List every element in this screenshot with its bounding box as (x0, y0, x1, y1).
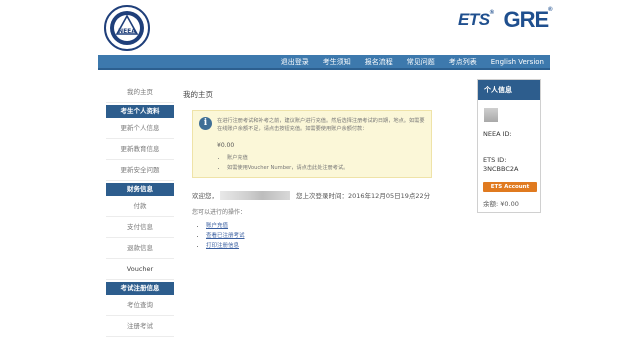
nav-candidate-notice[interactable]: 考生须知 (323, 57, 351, 67)
ets-account-button[interactable]: ETS Account (483, 182, 537, 192)
gre-logo: GRE® (503, 7, 552, 32)
nav-test-centers[interactable]: 考点列表 (449, 57, 477, 67)
sidebar-item-refund-info[interactable]: 退款信息 (106, 238, 174, 259)
sidebar-heading-profile: 考生个人资料 (106, 105, 174, 118)
sidebar-heading-finance: 财务信息 (106, 183, 174, 196)
ets-gre-logos: ETS® GRE® (458, 7, 553, 32)
notice-item-voucher: 如需使用Voucher Number，请点击此处注册考试。 (227, 163, 348, 173)
welcome-prefix: 欢迎您， (192, 192, 218, 200)
personal-info-panel: 个人信息 NEEA ID: ETS ID: 3NCBBC2A ETS Accou… (477, 79, 541, 213)
nav-english-version[interactable]: English Version (491, 58, 544, 66)
sidebar-item-register-test[interactable]: 注册考试 (106, 316, 174, 337)
notice-box: i 在进行注册考试和补考之前，建议账户进行充值。然后选择注册考试的日期，地点。如… (192, 110, 432, 178)
nav-faq[interactable]: 常见问题 (407, 57, 435, 67)
sidebar-item-voucher[interactable]: Voucher (106, 259, 174, 280)
last-login-text: 您上次登录时间：2016年12月05日19点22分 (296, 192, 431, 200)
sidebar-item-update-education[interactable]: 更新教育信息 (106, 139, 174, 160)
notice-item-recharge: 账户充值 (227, 153, 348, 163)
sidebar-item-update-security[interactable]: 更新安全问题 (106, 160, 174, 181)
top-navbar: 退出登录 考生须知 报名流程 常见问题 考点列表 English Version (98, 55, 550, 70)
sidebar-item-home[interactable]: 我的主页 (106, 82, 174, 103)
page-title: 我的主页 (183, 90, 213, 99)
operations-list: 账户充值 查看已注册考试 打印注册信息 (200, 221, 245, 251)
neea-logo: NEEA (104, 5, 150, 51)
avatar (484, 108, 498, 122)
sidebar-item-payment-info[interactable]: 支付信息 (106, 217, 174, 238)
nav-registration-process[interactable]: 报名流程 (365, 57, 393, 67)
neea-id-label: NEEA ID: (483, 130, 512, 138)
sidebar-item-update-personal[interactable]: 更新个人信息 (106, 118, 174, 139)
sidebar-item-seat-search[interactable]: 考位查询 (106, 295, 174, 316)
nav-logout[interactable]: 退出登录 (281, 57, 309, 67)
redacted-username (220, 190, 290, 200)
notice-list: 账户充值 如需使用Voucher Number，请点击此处注册考试。 (221, 153, 348, 173)
account-balance: 余额: ¥0.00 (483, 200, 519, 208)
sidebar-heading-registration: 考试注册信息 (106, 282, 174, 295)
ets-id-value: 3NCBBC2A (483, 165, 519, 173)
ets-logo: ETS® (458, 10, 494, 29)
notice-balance: ¥0.00 (217, 142, 235, 149)
notice-text: 在进行注册考试和补考之前，建议账户进行充值。然后选择注册考试的日期，地点。如需要… (217, 118, 425, 132)
operations-title: 您可以进行的操作： (192, 209, 247, 216)
svg-text:NEEA: NEEA (118, 28, 136, 35)
link-recharge[interactable]: 账户充值 (206, 223, 228, 229)
info-icon: i (199, 117, 212, 130)
sidebar: 我的主页 考生个人资料 更新个人信息 更新教育信息 更新安全问题 财务信息 付款… (106, 82, 174, 337)
welcome-line: 欢迎您， 您上次登录时间：2016年12月05日19点22分 (192, 190, 430, 200)
sidebar-item-payment[interactable]: 付款 (106, 196, 174, 217)
ets-id: ETS ID: 3NCBBC2A (483, 156, 518, 174)
info-panel-title: 个人信息 (478, 80, 540, 100)
link-print-info[interactable]: 打印注册信息 (206, 243, 239, 249)
link-view-registered[interactable]: 查看已注册考试 (206, 233, 245, 239)
ets-id-label: ETS ID: (483, 156, 507, 164)
